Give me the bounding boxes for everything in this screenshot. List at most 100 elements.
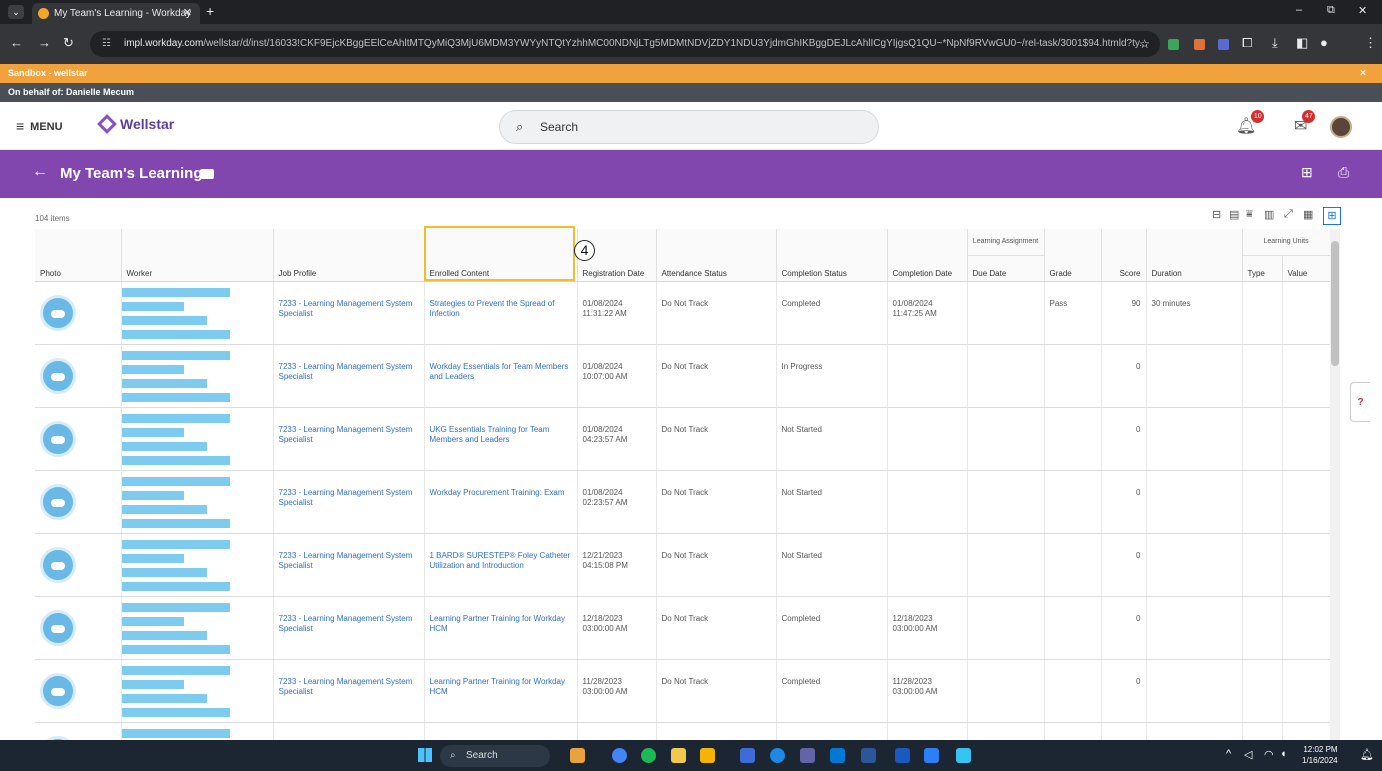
- filter-icon[interactable]: ⩸: [1246, 208, 1253, 221]
- col-due-date[interactable]: Due Date: [967, 255, 1045, 282]
- table-row[interactable]: 7233 - Learning Management System Specia…: [35, 407, 1330, 471]
- snagit-icon[interactable]: [956, 748, 971, 763]
- export-excel-icon[interactable]: ⊞: [1301, 164, 1313, 181]
- restore-icon[interactable]: ⧉: [1327, 4, 1335, 17]
- address-bar[interactable]: ☷ impl.workday.com/wellstar/d/inst/16033…: [90, 31, 1160, 57]
- enrolled-content-link[interactable]: Learning Partner Training for Workday HC…: [430, 677, 565, 696]
- enrolled-content-link[interactable]: Workday Essentials for Team Members and …: [430, 362, 569, 381]
- col-grade[interactable]: Grade: [1044, 229, 1102, 282]
- export-pdf-icon[interactable]: ⎙: [1338, 164, 1349, 181]
- reload-icon[interactable]: ↻: [63, 35, 74, 51]
- taskbar-search[interactable]: ⌕ Search: [440, 745, 550, 767]
- browser-tab[interactable]: My Team's Learning - Workday ✕: [32, 3, 200, 24]
- close-window-icon[interactable]: ✕: [1358, 4, 1367, 17]
- cloud-avatar-icon[interactable]: [40, 357, 76, 394]
- worker-cell[interactable]: [121, 470, 274, 534]
- close-tab-icon[interactable]: ✕: [183, 3, 192, 24]
- profile-icon[interactable]: ●: [1320, 35, 1328, 50]
- extensions-puzzle-icon[interactable]: ⧠: [1242, 35, 1252, 51]
- forward-arrow-icon[interactable]: →: [38, 35, 51, 50]
- job-profile-link[interactable]: 7233 - Learning Management System Specia…: [279, 362, 413, 381]
- col-completion-date[interactable]: Completion Date: [887, 229, 968, 282]
- wellstar-logo[interactable]: Wellstar: [97, 114, 174, 134]
- help-tab[interactable]: ?: [1350, 382, 1370, 422]
- enrolled-content-link[interactable]: UKG Essentials Training for Team Members…: [430, 425, 550, 444]
- fullscreen-icon[interactable]: ⤢: [1284, 208, 1293, 221]
- worker-cell[interactable]: [121, 596, 274, 660]
- job-profile-link[interactable]: 7233 - Learning Management System Specia…: [279, 551, 413, 570]
- word-icon[interactable]: [861, 748, 876, 763]
- col-worker[interactable]: Worker: [121, 229, 274, 282]
- wifi-icon[interactable]: ◠: [1264, 748, 1274, 761]
- job-profile-link[interactable]: 7233 - Learning Management System Specia…: [279, 488, 413, 507]
- table-row[interactable]: 7233 - Learning Management System Specia…: [35, 659, 1330, 723]
- vertical-scrollbar[interactable]: [1330, 229, 1340, 740]
- enrolled-content-link[interactable]: Strategies to Prevent the Spread of Infe…: [430, 299, 555, 318]
- table-row[interactable]: 7233 - Learning Management System Specia…: [35, 344, 1330, 408]
- col-photo[interactable]: Photo: [35, 229, 122, 282]
- worker-cell[interactable]: [121, 344, 274, 408]
- col-job-profile[interactable]: Job Profile: [273, 229, 425, 282]
- back-arrow-icon[interactable]: ←: [32, 163, 48, 181]
- worker-cell[interactable]: [121, 659, 274, 723]
- search-input[interactable]: ⌕ Search: [499, 110, 879, 144]
- table-row[interactable]: 7233 - Learning ManagementCare Coordinat…: [35, 722, 1330, 740]
- col-attendance-status[interactable]: Attendance Status: [656, 229, 777, 282]
- chart-icon[interactable]: ▥: [1264, 208, 1274, 221]
- taskbar-clock[interactable]: 12:02 PM 1/16/2024: [1302, 744, 1338, 766]
- enrolled-content-link[interactable]: Workday Procurement Training: Exam: [430, 488, 565, 497]
- taskbar-app-icon[interactable]: [570, 748, 585, 763]
- col-type[interactable]: Type: [1242, 255, 1283, 282]
- table-row[interactable]: 7233 - Learning Management System Specia…: [35, 470, 1330, 534]
- enrolled-content-link[interactable]: Learning Partner Training for Workday HC…: [430, 614, 565, 633]
- worker-cell[interactable]: [121, 407, 274, 471]
- extension-fox-icon[interactable]: [1194, 39, 1205, 50]
- extension-icon[interactable]: [1168, 39, 1179, 50]
- job-profile-link[interactable]: 7233 - Learning Management System Specia…: [279, 614, 413, 633]
- table-row[interactable]: 7233 - Learning Management System Specia…: [35, 596, 1330, 660]
- cloud-avatar-icon[interactable]: [40, 672, 76, 709]
- job-profile-link[interactable]: 7233 - Learning Management System Specia…: [279, 425, 413, 444]
- new-tab-icon[interactable]: +: [206, 3, 214, 19]
- notepad-icon[interactable]: [924, 748, 939, 763]
- col-duration[interactable]: Duration: [1146, 229, 1243, 282]
- table-view-icon[interactable]: ▦: [1303, 208, 1313, 221]
- download-icon[interactable]: ⤓: [1272, 35, 1278, 51]
- back-arrow-icon[interactable]: ←: [10, 35, 23, 50]
- browser-menu-icon[interactable]: ⋮: [1364, 35, 1377, 51]
- job-profile-link[interactable]: 7233 - Learning Management System Specia…: [279, 677, 413, 696]
- windows-start-icon[interactable]: [418, 748, 432, 762]
- cloud-avatar-icon[interactable]: [40, 609, 76, 646]
- col-score[interactable]: Score: [1101, 229, 1147, 282]
- notifications-bell-icon[interactable]: 🔔︎ 10: [1236, 110, 1265, 136]
- worker-cell[interactable]: [121, 281, 274, 345]
- export-grid-icon[interactable]: ⊟: [1212, 208, 1221, 221]
- tab-search-icon[interactable]: ⌄: [8, 5, 24, 19]
- settings-icon[interactable]: [770, 748, 785, 763]
- column-view-icon[interactable]: ▤: [1229, 208, 1239, 221]
- cloud-avatar-icon[interactable]: [40, 420, 76, 457]
- teams-icon[interactable]: [800, 748, 815, 763]
- cloud-avatar-icon[interactable]: [40, 483, 76, 520]
- col-value[interactable]: Value: [1282, 255, 1330, 282]
- file-explorer-icon[interactable]: [700, 748, 715, 763]
- site-info-icon[interactable]: ☷: [102, 31, 111, 57]
- extension-shield-icon[interactable]: [1218, 39, 1229, 50]
- close-banner-icon[interactable]: ×: [1360, 64, 1366, 83]
- word-doc-icon[interactable]: [895, 748, 910, 763]
- related-actions-icon[interactable]: [200, 169, 214, 179]
- table-row[interactable]: 7233 - Learning Management System Specia…: [35, 533, 1330, 597]
- scrollbar-thumb[interactable]: [1331, 241, 1339, 366]
- cloud-avatar-icon[interactable]: [40, 546, 76, 583]
- table-row[interactable]: 7233 - Learning Management System Specia…: [35, 281, 1330, 345]
- spotify-icon[interactable]: [641, 748, 656, 763]
- col-completion-status[interactable]: Completion Status: [776, 229, 888, 282]
- worker-cell[interactable]: [121, 533, 274, 597]
- volume-icon[interactable]: ◖: [1280, 748, 1287, 760]
- grid-view-icon[interactable]: ⊞: [1323, 207, 1341, 225]
- tray-send-icon[interactable]: ◁: [1244, 748, 1252, 761]
- outlook-icon[interactable]: [740, 748, 755, 763]
- chrome-icon[interactable]: [612, 748, 627, 763]
- menu-button[interactable]: ≡ MENU: [16, 118, 63, 134]
- tray-chevron-icon[interactable]: ^: [1226, 748, 1231, 760]
